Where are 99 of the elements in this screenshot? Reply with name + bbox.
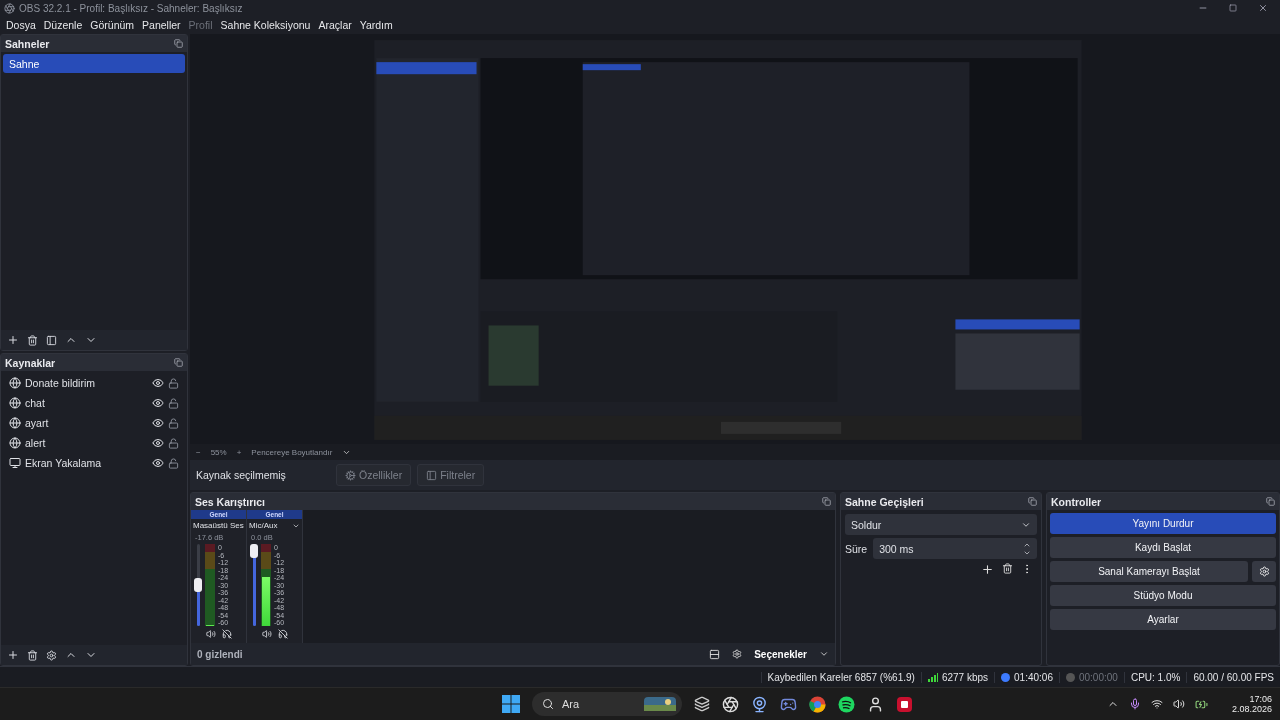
close-icon[interactable] xyxy=(1258,3,1268,13)
source-name[interactable]: chat xyxy=(25,397,148,409)
music-app-icon[interactable] xyxy=(837,695,855,713)
layout-icon[interactable] xyxy=(709,648,721,660)
panel-title: Sahne Geçişleri xyxy=(845,495,924,508)
search-input[interactable]: Ara xyxy=(559,697,638,711)
volume-slider[interactable] xyxy=(250,544,258,626)
search-icon xyxy=(541,698,554,710)
duration-field[interactable]: 300 ms xyxy=(873,538,1037,559)
delete-icon[interactable] xyxy=(1002,563,1013,574)
gear-icon xyxy=(345,469,356,481)
unlocked-icon[interactable] xyxy=(168,417,179,429)
browser-app-icon[interactable] xyxy=(808,695,826,713)
dropped-frames: Kaybedilen Kareler 6857 (%61.9) xyxy=(760,671,921,683)
menu-item[interactable]: Görünüm xyxy=(86,18,139,31)
control-button[interactable]: Stüdyo Modu xyxy=(1050,585,1276,606)
panel-title: Ses Karıştırıcı xyxy=(195,495,266,508)
float-icon[interactable] xyxy=(822,497,831,506)
channel-name[interactable]: Masaüstü Ses xyxy=(191,519,246,532)
duration-label: Süre xyxy=(845,542,868,555)
eye-icon[interactable] xyxy=(152,437,164,449)
wifi-icon[interactable] xyxy=(1150,698,1163,710)
unlocked-icon[interactable] xyxy=(168,397,179,409)
source-name[interactable]: alert xyxy=(25,437,148,449)
maximize-icon[interactable] xyxy=(1229,4,1237,12)
scene-item[interactable]: Sahne xyxy=(3,54,185,73)
speaker-icon[interactable] xyxy=(261,629,272,639)
source-name[interactable]: ayart xyxy=(25,417,148,429)
unlocked-icon[interactable] xyxy=(168,377,179,389)
panel-icon xyxy=(426,469,438,481)
search-bar[interactable]: Ara xyxy=(531,692,682,716)
globe-icon xyxy=(9,377,21,389)
zoom-out-button[interactable]: − xyxy=(196,447,201,457)
panel-title: Sahneler xyxy=(5,37,50,50)
unlocked-icon[interactable] xyxy=(168,437,179,449)
stream-time: 01:40:06 xyxy=(1014,671,1053,683)
zoom-in-button[interactable]: + xyxy=(236,447,242,457)
clock[interactable]: 17:06 2.08.2026 xyxy=(1231,694,1272,714)
options-button[interactable]: Seçenekler xyxy=(754,648,807,660)
source-name[interactable]: Ekran Yakalama xyxy=(25,457,148,469)
globe-icon xyxy=(9,417,21,429)
start-icon[interactable] xyxy=(501,695,520,713)
menu-item[interactable]: Sahne Koleksiyonu xyxy=(216,18,315,31)
settings-icon xyxy=(1258,566,1270,577)
square-app-icon[interactable] xyxy=(895,695,913,713)
record-time: 00:00:00 xyxy=(1078,671,1118,683)
delete-icon[interactable] xyxy=(27,334,38,346)
add-icon[interactable] xyxy=(981,563,994,576)
control-button[interactable]: Yayını Durdur xyxy=(1050,513,1276,534)
speaker-icon[interactable] xyxy=(205,629,216,639)
speaker-icon[interactable] xyxy=(1172,698,1185,710)
bitrate: 6277 kbps xyxy=(941,671,989,683)
float-icon[interactable] xyxy=(1266,497,1275,506)
webcam-icon[interactable] xyxy=(750,695,768,713)
eye-icon[interactable] xyxy=(152,397,164,409)
float-icon[interactable] xyxy=(174,358,183,367)
menu-item[interactable]: Dosya xyxy=(2,18,40,31)
unlocked-icon[interactable] xyxy=(168,457,179,469)
settings-icon[interactable] xyxy=(732,649,743,659)
control-button[interactable]: Ayarlar xyxy=(1050,609,1276,630)
globe-icon xyxy=(9,397,21,409)
eye-icon[interactable] xyxy=(152,377,164,389)
panel-title: Kaynaklar xyxy=(5,356,56,369)
zoom-level: 55% xyxy=(210,447,227,457)
eye-icon[interactable] xyxy=(152,417,164,429)
channel-name[interactable]: Mic/Aux xyxy=(247,519,302,532)
microphone-icon[interactable] xyxy=(1128,698,1141,710)
fit-window-option[interactable]: Pencereye Boyutlandır xyxy=(251,447,333,457)
menu-item[interactable]: Yardım xyxy=(355,18,397,31)
aperture-icon[interactable] xyxy=(721,695,739,713)
settings-button[interactable] xyxy=(1252,561,1276,582)
float-icon[interactable] xyxy=(1028,497,1037,506)
fps-reading: 60.00 / 60.00 FPS xyxy=(1186,671,1280,683)
app-logo-icon xyxy=(4,2,15,14)
globe-icon xyxy=(9,437,21,449)
monitor-icon xyxy=(9,457,21,469)
source-name[interactable]: Donate bildirim xyxy=(25,377,148,389)
control-button[interactable]: Kaydı Başlat xyxy=(1050,537,1276,558)
headphone-off-icon[interactable] xyxy=(221,629,232,639)
menu-item[interactable]: Araçlar xyxy=(314,18,356,31)
eye-icon[interactable] xyxy=(152,457,164,469)
control-button[interactable]: Sanal Kamerayı Başlat xyxy=(1050,561,1248,582)
panel-title: Kontroller xyxy=(1051,495,1102,508)
window-title: OBS 32.2.1 - Profil: Başlıksız - Sahneler: Başlıksız xyxy=(19,2,244,14)
transition-select[interactable]: Soldur xyxy=(845,514,1037,535)
hidden-count: 0 gizlendi xyxy=(197,648,244,660)
task-view-icon[interactable] xyxy=(693,696,710,712)
context-label: Kaynak seçilmemiş xyxy=(196,469,287,481)
cpu-usage: CPU: 1.0% xyxy=(1123,671,1187,683)
add-icon[interactable] xyxy=(7,649,19,661)
signal-icon xyxy=(927,672,938,682)
menu-item[interactable]: Paneller xyxy=(138,18,185,31)
menu-item[interactable]: Düzenle xyxy=(39,18,87,31)
headphone-off-icon[interactable] xyxy=(277,629,288,639)
delete-icon[interactable] xyxy=(27,649,38,661)
filters-icon[interactable] xyxy=(46,334,57,346)
add-icon[interactable] xyxy=(7,334,19,346)
settings-icon[interactable] xyxy=(46,649,57,661)
float-icon[interactable] xyxy=(174,39,183,48)
